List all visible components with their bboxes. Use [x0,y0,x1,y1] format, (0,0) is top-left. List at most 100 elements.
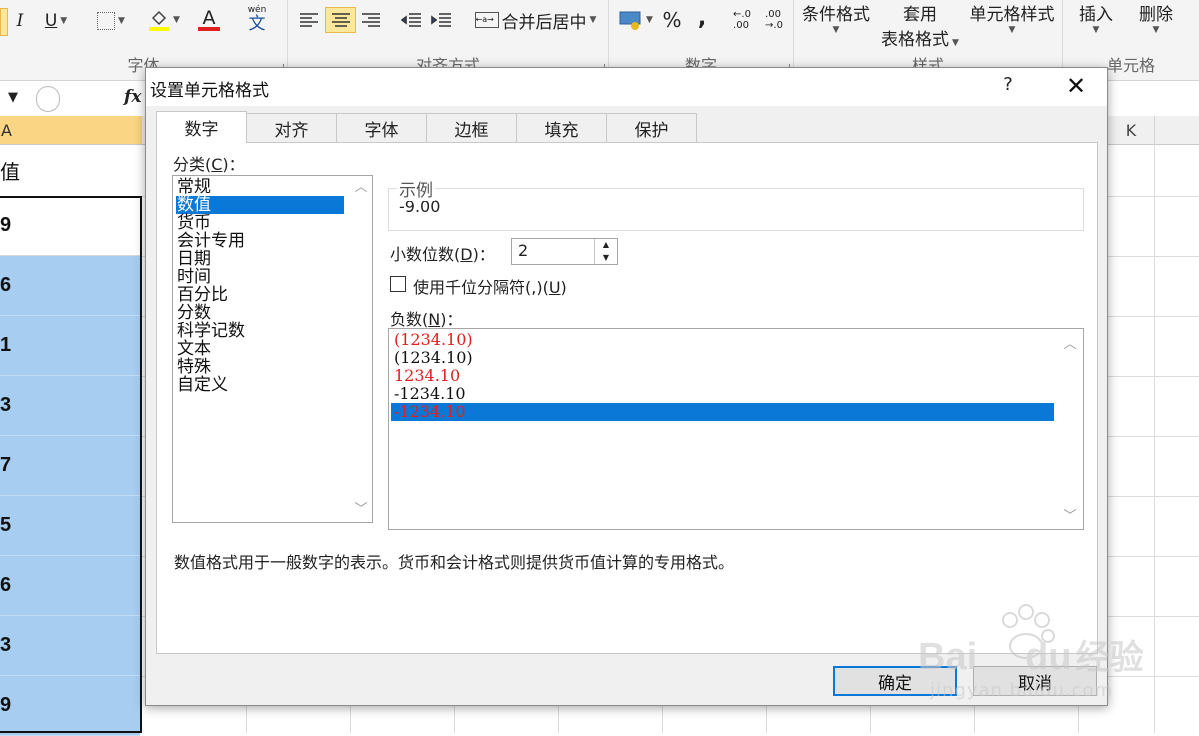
fill-color-button[interactable]: ▼ [144,6,184,34]
align-center-button[interactable] [325,7,356,33]
decrease-decimal-button[interactable]: .00 →.0 [761,8,787,32]
tab-border[interactable]: 边框 [426,113,517,142]
column-header-a[interactable]: A [0,116,144,145]
conditional-format-button[interactable]: 条件格式 ▼ [796,0,876,44]
formula-bar-splitter[interactable] [36,86,60,112]
sample-group: -9.00 [388,188,1084,231]
category-item[interactable]: 百分比 [177,286,228,304]
negative-format-item[interactable]: 1234.10 [391,367,460,385]
cell-a7[interactable]: 5 [0,496,140,556]
thousands-separator-checkbox[interactable] [390,276,406,292]
category-item[interactable]: 自定义 [177,376,228,394]
underline-button[interactable]: U ▼ [38,8,74,34]
category-item[interactable]: 货币 [177,214,211,232]
phonetic-icon: 文 [248,13,266,34]
chevron-down-icon: ▼ [832,25,840,35]
negative-format-item[interactable]: (1234.10) [391,331,473,349]
font-color-button[interactable]: A [189,6,229,34]
scroll-up-icon[interactable]: ︿ [1057,335,1083,355]
negative-scrollbar[interactable]: ︿ ﹀ [1057,329,1083,529]
dialog-titlebar[interactable]: 设置单元格格式 ? ✕ [146,68,1107,106]
format-as-table-button[interactable]: 套用 表格格式 ▼ [874,0,966,50]
cell-styles-button[interactable]: 单元格样式 ▼ [964,0,1060,44]
cell-a6[interactable]: 7 [0,436,140,496]
increase-indent-button[interactable] [428,8,454,32]
namebox-dropdown-icon[interactable]: ▼ [8,90,18,105]
negative-label: 负数(N)： [390,306,462,330]
category-item[interactable]: 分数 [177,304,211,322]
insert-function-button[interactable]: fx [124,87,141,107]
bold-button-partial[interactable] [0,8,8,36]
phonetic-button[interactable]: wén 文 [238,4,276,34]
negative-format-item[interactable]: (1234.10) [391,349,473,367]
cell-a10[interactable]: 9 [0,676,140,736]
increase-decimal-button[interactable]: ←.0.00 [729,8,755,32]
decrease-indent-button[interactable] [398,8,424,32]
increase-decimal-icon: ←.0.00 [733,9,751,31]
format-description: 数值格式用于一般数字的表示。货币和会计格式则提供货币值计算的专用格式。 [174,553,735,572]
category-item[interactable]: 科学记数 [177,322,245,340]
percent-button[interactable]: % [659,6,685,34]
category-item[interactable]: 数值 [176,196,344,214]
merge-center-button[interactable]: ←a→ 合并后居中 ▼ [468,6,603,34]
column-header-k[interactable]: K [1108,116,1155,145]
border-button[interactable]: ▼ [92,8,130,34]
merge-center-label: 合并后居中 [501,12,587,33]
tab-fill[interactable]: 填充 [516,113,607,142]
cell-a5[interactable]: 3 [0,376,140,436]
category-item[interactable]: 会计专用 [177,232,245,250]
scroll-down-icon[interactable]: ﹀ [350,500,372,520]
comma-style-button[interactable]: , [691,4,713,32]
increase-indent-icon [431,13,451,27]
thousands-label-suffix: ) [560,278,567,297]
scroll-up-icon[interactable]: ︿ [350,178,372,198]
tab-protection[interactable]: 保护 [606,113,697,142]
cell-styles-label: 单元格样式 [969,5,1055,25]
category-item[interactable]: 常规 [177,178,211,196]
decimals-stepper[interactable]: 2 ▲ ▼ [511,238,618,265]
dialog-title: 设置单元格格式 [150,81,269,101]
chevron-down-icon: ▼ [173,15,180,25]
thousands-separator-label[interactable]: 使用千位分隔符(,)(U) [413,274,567,298]
category-item[interactable]: 日期 [177,250,211,268]
category-label-suffix: )： [222,155,245,174]
cell-a2[interactable]: 9 [0,196,140,256]
delete-button[interactable]: 删除 ▼ [1131,0,1181,44]
category-scrollbar[interactable]: ︿ ﹀ [350,176,372,522]
spin-down-icon[interactable]: ▼ [595,252,617,264]
align-right-button[interactable] [358,8,384,32]
cell-a9[interactable]: 3 [0,616,140,676]
scroll-down-icon[interactable]: ﹀ [1057,507,1083,527]
cell-a8[interactable]: 6 [0,556,140,616]
close-button[interactable]: ✕ [1062,74,1090,100]
italic-button[interactable]: I [10,8,30,34]
tab-number[interactable]: 数字 [156,111,247,143]
accounting-format-button[interactable]: ▼ [615,6,657,34]
cell-a3[interactable]: 6 [0,256,140,316]
negative-label-text: 负数( [390,310,429,329]
insert-button[interactable]: 插入 ▼ [1071,0,1121,44]
ok-button[interactable]: 确定 [833,666,957,696]
category-item[interactable]: 时间 [177,268,211,286]
decrease-decimal-icon: .00 →.0 [765,9,783,31]
negative-format-item[interactable]: -1234.10 [391,403,1054,421]
category-item[interactable]: 文本 [177,340,211,358]
font-color-swatch [198,27,220,31]
spin-up-icon[interactable]: ▲ [595,239,617,251]
tab-alignment[interactable]: 对齐 [246,113,337,142]
align-right-icon [362,13,380,27]
chevron-down-icon: ▼ [1008,25,1016,35]
tab-font[interactable]: 字体 [336,113,427,142]
negative-number-list[interactable]: (1234.10) (1234.10) 1234.10 -1234.10 -1234.1… [388,328,1084,530]
cancel-button[interactable]: 取消 [973,666,1097,696]
chevron-down-icon: ▼ [646,15,653,25]
negative-format-item[interactable]: -1234.10 [391,385,466,403]
help-button[interactable]: ? [996,74,1020,98]
paint-bucket-icon [149,10,170,31]
category-item[interactable]: 特殊 [177,358,211,376]
cell-a4[interactable]: 1 [0,316,140,376]
align-left-button[interactable] [296,8,322,32]
category-list[interactable]: 常规 数值 货币 会计专用 日期 时间 百分比 分数 科学记数 文本 特殊 自定义 ︿ ﹀ [172,175,373,523]
cell-a1[interactable]: 值 [0,144,140,197]
chevron-down-icon: ▼ [952,38,959,48]
